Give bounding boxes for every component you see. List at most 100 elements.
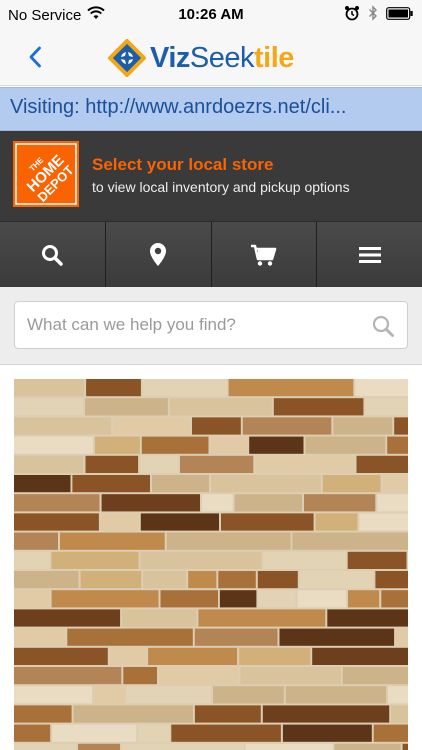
mosaic-strip <box>221 513 314 531</box>
mosaic-strip <box>375 571 408 589</box>
app-navigation-bar: VizSeektile <box>0 30 422 86</box>
mosaic-strip <box>394 417 408 435</box>
mosaic-strip <box>194 628 278 646</box>
mosaic-strip <box>14 417 112 435</box>
mosaic-strip <box>113 417 190 435</box>
mosaic-strip <box>122 743 244 750</box>
mosaic-strip <box>140 455 178 473</box>
search-input[interactable] <box>27 302 357 348</box>
mosaic-strip <box>51 551 139 569</box>
search-section <box>0 287 422 365</box>
mosaic-strip <box>240 667 341 685</box>
mosaic-strip <box>262 705 390 723</box>
mosaic-strip <box>292 532 408 550</box>
logo-part-tile: tile <box>254 41 294 74</box>
mosaic-strip <box>282 724 372 742</box>
mosaic-strip <box>228 379 354 397</box>
mosaic-strip <box>171 724 281 742</box>
mosaic-strip <box>194 705 261 723</box>
mosaic-strip <box>80 571 142 589</box>
mosaic-strip <box>14 571 79 589</box>
mosaic-strip <box>202 494 233 512</box>
mosaic-strip <box>67 628 193 646</box>
toolbar-location-button[interactable] <box>104 222 211 287</box>
mosaic-strip <box>388 686 408 704</box>
mosaic-strip <box>86 379 141 397</box>
mosaic-strip <box>210 436 248 454</box>
battery-icon <box>386 6 414 24</box>
mosaic-strip <box>109 647 147 665</box>
mosaic-strip <box>14 379 85 397</box>
mosaic-strip <box>60 532 165 550</box>
mosaic-strip <box>285 686 387 704</box>
mosaic-strip <box>78 743 120 750</box>
logo-part-viz: Viz <box>150 41 190 74</box>
mosaic-strip <box>14 705 72 723</box>
mosaic-strip <box>180 455 254 473</box>
mosaic-tile-image[interactable] <box>14 379 408 750</box>
mosaic-strip <box>14 667 122 685</box>
mosaic-strip <box>94 686 125 704</box>
mosaic-strip <box>359 513 408 531</box>
mosaic-strip <box>347 551 407 569</box>
mosaic-strip <box>14 628 66 646</box>
mosaic-strip <box>356 455 408 473</box>
mosaic-strip <box>188 571 217 589</box>
mosaic-strip <box>72 475 150 493</box>
mosaic-strip <box>304 494 376 512</box>
mosaic-strip <box>279 628 395 646</box>
mosaic-strip <box>140 513 219 531</box>
menu-icon <box>358 246 381 263</box>
mosaic-strip <box>257 571 298 589</box>
visiting-url-text: Visiting: http://www.anrdoezrs.net/cli..… <box>10 96 347 118</box>
mosaic-strip <box>263 551 346 569</box>
mosaic-strip <box>94 436 140 454</box>
mosaic-strip <box>169 398 272 416</box>
status-right <box>344 5 414 25</box>
toolbar-menu-button[interactable] <box>316 222 422 287</box>
mosaic-strip <box>122 609 197 627</box>
mosaic-strip <box>138 724 170 742</box>
mosaic-strip <box>123 667 157 685</box>
mosaic-strip <box>387 436 408 454</box>
mosaic-strip <box>126 686 211 704</box>
mosaic-strip <box>166 532 291 550</box>
back-button[interactable] <box>20 42 50 72</box>
mosaic-strip <box>140 551 262 569</box>
toolbar-cart-button[interactable] <box>210 222 317 287</box>
mosaic-strip <box>14 475 71 493</box>
mosaic-strip <box>365 398 408 416</box>
mosaic-strip <box>14 686 92 704</box>
visiting-url-banner[interactable]: Visiting: http://www.anrdoezrs.net/cli..… <box>0 87 422 131</box>
mosaic-strip <box>334 743 401 750</box>
mosaic-strip <box>14 590 50 608</box>
mosaic-strip <box>249 436 304 454</box>
logo-wordmark: VizSeektile <box>150 42 294 75</box>
vizseek-tile-logo: VizSeektile <box>108 38 294 78</box>
mosaic-strip <box>14 436 93 454</box>
mosaic-strip <box>327 609 408 627</box>
mosaic-strip <box>297 590 346 608</box>
mosaic-strip <box>255 455 355 473</box>
mosaic-strip <box>14 455 84 473</box>
search-icon <box>42 244 64 266</box>
search-field-icon[interactable] <box>371 314 395 338</box>
store-banner-title: Select your local store <box>92 155 274 174</box>
search-box <box>14 301 408 349</box>
cart-icon <box>250 244 277 266</box>
store-selector-banner[interactable]: THE HOME DEPOT Select your local store t… <box>0 131 422 221</box>
mosaic-strip <box>73 705 193 723</box>
store-toolbar <box>0 221 422 287</box>
mosaic-strip <box>234 494 302 512</box>
mosaic-strip <box>299 571 374 589</box>
mosaic-strip <box>382 475 408 493</box>
mosaic-strip <box>219 590 257 608</box>
toolbar-search-button[interactable] <box>0 222 105 287</box>
alarm-icon <box>344 5 360 25</box>
mosaic-strip <box>218 571 256 589</box>
mosaic-strip <box>143 571 187 589</box>
mosaic-strip <box>160 590 218 608</box>
mosaic-strip <box>14 724 51 742</box>
mosaic-strip <box>258 590 296 608</box>
mosaic-strip <box>14 647 108 665</box>
